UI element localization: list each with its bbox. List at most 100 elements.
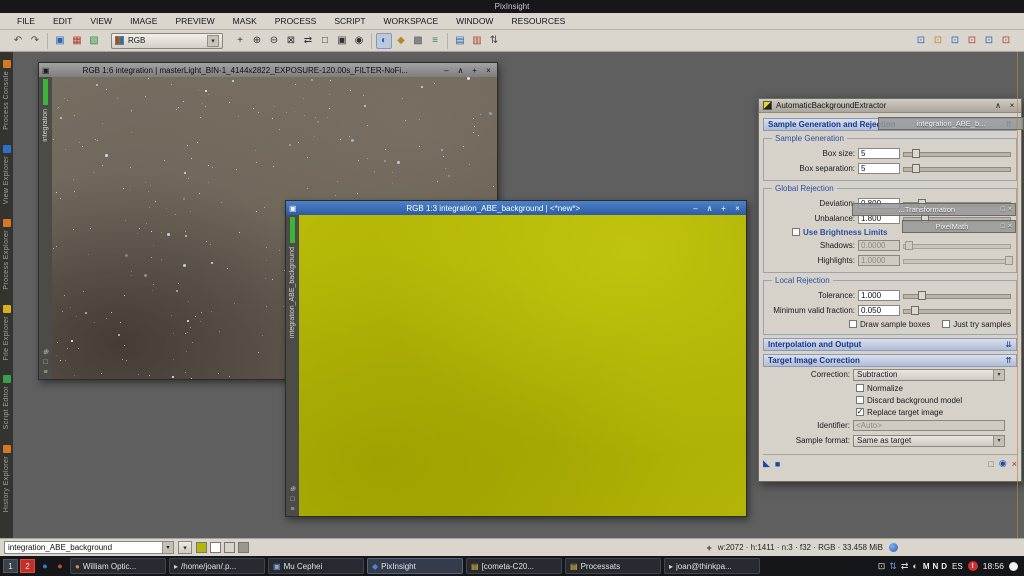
min-fraction-slider[interactable] [903, 305, 1011, 316]
dock-tab-process-explorer[interactable]: Process Explorer [3, 219, 11, 290]
restore-icon[interactable]: □ [1001, 206, 1005, 213]
close-icon[interactable]: × [483, 66, 494, 75]
close-icon[interactable]: × [732, 204, 743, 213]
zoom-in-icon[interactable]: ⊕ [249, 33, 265, 49]
menu-preview[interactable]: PREVIEW [166, 14, 223, 28]
track-view-icon[interactable]: □ [988, 459, 993, 469]
task-william-optic[interactable]: ●William Optic... [70, 558, 166, 574]
close-icon[interactable]: × [1008, 223, 1012, 230]
sample-format-select[interactable]: Same as target ▾ [853, 435, 1005, 447]
histogram-icon[interactable]: ≡ [427, 33, 443, 49]
color-swatch-2[interactable] [224, 542, 235, 553]
clock[interactable]: 18:56 [983, 561, 1004, 571]
image-window-abe-background[interactable]: ▣ RGB 1:3 integration_ABE_background | <… [285, 200, 747, 517]
mask-toggle-icon[interactable]: ▩ [410, 33, 426, 49]
redo-icon[interactable]: ↷ [27, 33, 43, 49]
zoom-fit-icon[interactable]: ⊕ [43, 348, 49, 356]
menu-view[interactable]: VIEW [81, 14, 121, 28]
edit-preview-icon[interactable]: ▣ [334, 33, 350, 49]
alert-badge[interactable]: ! [968, 561, 978, 571]
normalize-checkbox[interactable] [856, 384, 864, 392]
iconize-icon[interactable]: – [441, 66, 452, 75]
shade-icon[interactable]: ∧ [704, 204, 715, 213]
view-options-icon[interactable]: ≡ [43, 369, 47, 376]
box-separation-input[interactable] [858, 163, 900, 174]
task-cometa-c20[interactable]: ▤[cometa-C20... [466, 558, 562, 574]
dock-tab-history-explorer[interactable]: History Explorer [3, 445, 11, 512]
screen-monitor-6-icon[interactable]: ⊡ [998, 33, 1014, 49]
shaded-window-transformation[interactable]: ...Transformation □ × [852, 203, 1016, 216]
task-processats[interactable]: ▤Processats [565, 558, 661, 574]
launcher-mail-icon[interactable]: ● [53, 559, 67, 573]
replace-target-image-checkbox[interactable] [856, 408, 864, 416]
dock-tab-view-explorer[interactable]: View Explorer [3, 145, 11, 204]
chevron-down-icon[interactable]: ▾ [207, 35, 219, 47]
menu-workspace[interactable]: WORKSPACE [375, 14, 448, 28]
zoom-icon[interactable]: + [469, 66, 480, 75]
color-swatch-3[interactable] [238, 542, 249, 553]
use-brightness-limits-checkbox[interactable] [792, 228, 800, 236]
iconize-icon[interactable]: – [690, 204, 701, 213]
image-container-icon[interactable]: ▦ [69, 33, 85, 49]
center-view-icon[interactable]: ◉ [351, 33, 367, 49]
view-options-button[interactable]: ▾ [178, 541, 192, 554]
apply-icon[interactable]: ■ [775, 459, 780, 469]
screen-monitor-3-icon[interactable]: ⊡ [947, 33, 963, 49]
show-desktop-button[interactable] [1009, 562, 1018, 571]
expand-section-icon[interactable]: ⇊ [1005, 340, 1012, 349]
menu-mask[interactable]: MASK [224, 14, 266, 28]
view-selector-combo[interactable]: integration_ABE_background ▾ [4, 541, 174, 554]
menu-resources[interactable]: RESOURCES [502, 14, 574, 28]
tolerance-input[interactable] [858, 290, 900, 301]
correction-select[interactable]: Subtraction ▾ [853, 369, 1005, 381]
workspace-1[interactable]: 1 [3, 559, 18, 573]
collapse-section-icon[interactable]: ⇈ [1005, 356, 1012, 365]
undo-icon[interactable]: ↶ [10, 33, 26, 49]
swap-workspaces-icon[interactable]: ⇅ [486, 33, 502, 49]
identifier-input[interactable] [853, 420, 1005, 431]
readout-mode-icon[interactable]: + [232, 33, 248, 49]
min-fraction-input[interactable] [858, 305, 900, 316]
menu-process[interactable]: PROCESS [266, 14, 326, 28]
screen-monitor-4-icon[interactable]: ⊡ [964, 33, 980, 49]
zoom-fit-icon[interactable]: ⊕ [290, 485, 296, 493]
tray-volume-icon[interactable]: ◐ [912, 561, 917, 571]
task-mu-cephei[interactable]: ▣Mu Cephei [268, 558, 364, 574]
dock-tab-file-explorer[interactable]: File Explorer [3, 305, 11, 361]
script-editor-icon[interactable]: ▥ [469, 33, 485, 49]
fit-view-icon[interactable]: ⊠ [283, 33, 299, 49]
menu-image[interactable]: IMAGE [121, 14, 166, 28]
view-options-icon[interactable]: ≡ [290, 506, 294, 513]
new-preview-icon[interactable]: □ [290, 496, 294, 503]
channel-selector[interactable]: RGB ▾ [111, 33, 223, 49]
shade-icon[interactable]: ∧ [455, 66, 466, 75]
menu-file[interactable]: FILE [8, 14, 44, 28]
launcher-browser-icon[interactable]: ● [38, 559, 52, 573]
menu-window[interactable]: WINDOW [447, 14, 502, 28]
shaded-window-pixelmath[interactable]: PixelMath □ × [902, 220, 1016, 233]
workspace[interactable]: ▣ RGB 1:6 integration | masterLight_BIN-… [13, 52, 1024, 538]
window-titlebar[interactable]: ▣ RGB 1:6 integration | masterLight_BIN-… [39, 63, 497, 77]
box-separation-slider[interactable] [903, 163, 1011, 174]
screen-monitor-1-icon[interactable]: ⊡ [913, 33, 929, 49]
shade-icon[interactable]: ∧ [993, 101, 1003, 110]
tray-display-icon[interactable]: ⊡ [878, 561, 886, 572]
menu-edit[interactable]: EDIT [44, 14, 81, 28]
new-preview-icon[interactable]: □ [43, 359, 47, 366]
restore-icon[interactable]: □ [1001, 223, 1005, 230]
abe-titlebar[interactable]: AutomaticBackgroundExtractor ∧ × [759, 99, 1021, 113]
menu-script[interactable]: SCRIPT [325, 14, 374, 28]
task-joan-thinkpa[interactable]: ▸joan@thinkpa... [664, 558, 760, 574]
screen-monitor-2-icon[interactable]: ⊡ [930, 33, 946, 49]
task-home-joan-p[interactable]: ▸/home/joan/.p... [169, 558, 265, 574]
new-image-window-icon[interactable]: ▣ [52, 33, 68, 49]
color-swatch-0[interactable] [196, 542, 207, 553]
new-preview-icon[interactable]: □ [317, 33, 333, 49]
stf-icon[interactable]: ◐ [376, 33, 392, 49]
new-instance-icon[interactable]: ◣ [763, 458, 770, 469]
process-explorer-icon[interactable]: ▤ [452, 33, 468, 49]
task-pixinsight[interactable]: ◆PixInsight [367, 558, 463, 574]
just-try-samples-checkbox[interactable] [942, 320, 950, 328]
window-titlebar[interactable]: ▣ RGB 1:3 integration_ABE_background | <… [286, 201, 746, 215]
view-selector-tab[interactable]: integration_ABE_background ⊕ □ ≡ [286, 215, 299, 516]
